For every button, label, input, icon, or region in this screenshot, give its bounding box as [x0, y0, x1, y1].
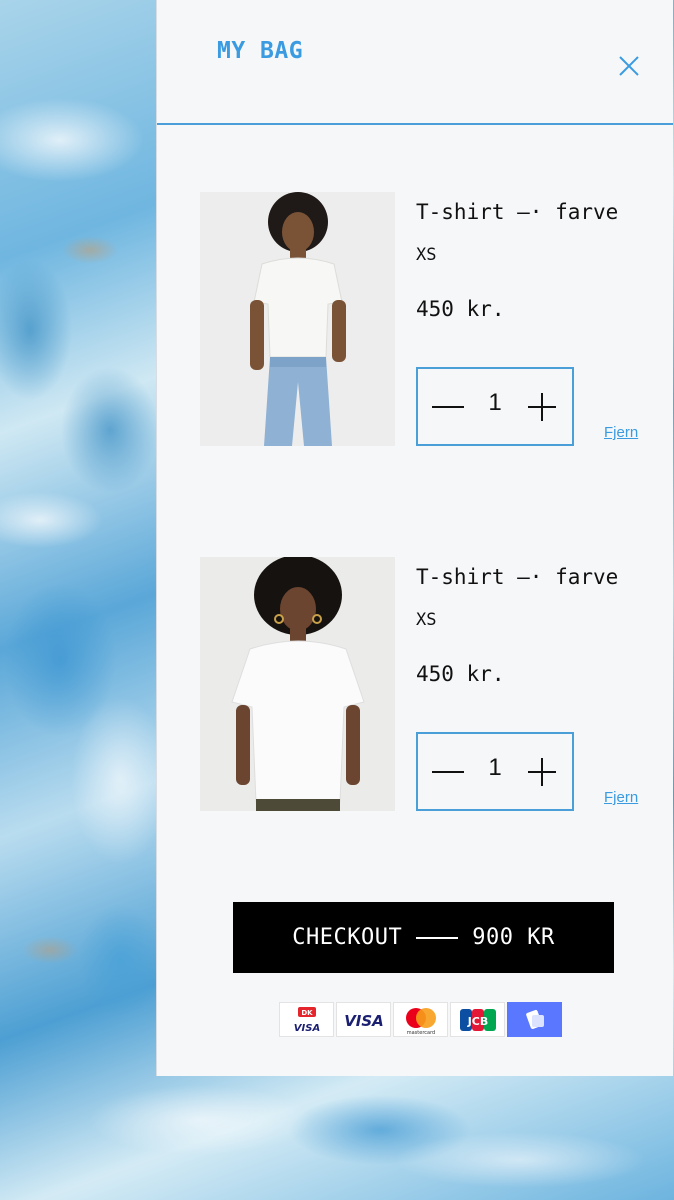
- dankort-icon: DK VISA: [279, 1002, 334, 1037]
- bag-title: MY BAG: [217, 38, 304, 64]
- svg-text:JCB: JCB: [466, 1015, 488, 1028]
- payment-methods: DK VISA VISA mastercard JCB: [279, 1002, 562, 1037]
- quantity-value: 1: [488, 754, 502, 781]
- checkout-button[interactable]: CHECKOUT 900 KR: [233, 902, 614, 973]
- cart-item: T-shirt –· farve XS 450 kr. 1 Fjern: [200, 557, 650, 811]
- remove-link[interactable]: Fjern: [604, 424, 638, 441]
- product-price: 450 kr.: [416, 297, 505, 321]
- quantity-value: 1: [488, 389, 502, 416]
- svg-text:VISA: VISA: [293, 1023, 319, 1034]
- plus-icon[interactable]: [524, 389, 560, 425]
- quantity-stepper: 1: [416, 732, 574, 811]
- svg-text:mastercard: mastercard: [406, 1030, 434, 1036]
- checkout-total: 900 KR: [472, 925, 555, 950]
- product-name: T-shirt –· farve: [416, 565, 619, 589]
- checkout-separator: [416, 936, 459, 939]
- product-size: XS: [416, 610, 437, 630]
- checkout-label: CHECKOUT: [292, 925, 403, 950]
- quantity-stepper: 1: [416, 367, 574, 446]
- product-name: T-shirt –· farve: [416, 200, 619, 224]
- jcb-icon: JCB: [450, 1002, 505, 1037]
- plus-icon[interactable]: [524, 754, 560, 790]
- product-image[interactable]: [200, 557, 395, 811]
- visa-icon: VISA: [336, 1002, 391, 1037]
- minus-icon[interactable]: [430, 754, 466, 790]
- svg-text:DK: DK: [301, 1009, 313, 1017]
- cart-item: T-shirt –· farve XS 450 kr. 1 Fjern: [200, 192, 650, 446]
- product-image[interactable]: [200, 192, 395, 446]
- minus-icon[interactable]: [430, 389, 466, 425]
- product-price: 450 kr.: [416, 662, 505, 686]
- svg-text:VISA: VISA: [344, 1012, 384, 1030]
- product-size: XS: [416, 245, 437, 265]
- mobilepay-icon: [507, 1002, 562, 1037]
- mastercard-icon: mastercard: [393, 1002, 448, 1037]
- close-icon[interactable]: [617, 54, 641, 78]
- bag-drawer: MY BAG T-shirt –· farve XS 450 kr. 1 Fje…: [156, 0, 673, 1076]
- drawer-header: MY BAG: [157, 0, 673, 125]
- remove-link[interactable]: Fjern: [604, 789, 638, 806]
